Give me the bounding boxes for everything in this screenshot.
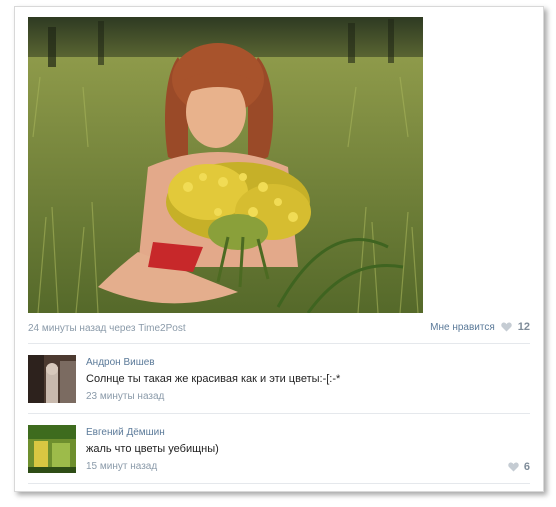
comment-item: Евгений Дёмшин жаль что цветы уебищны) 1… — [28, 425, 530, 485]
heart-icon[interactable] — [501, 322, 512, 332]
divider — [28, 343, 530, 344]
like-count: 12 — [517, 321, 530, 333]
photo-illustration — [28, 17, 423, 313]
comment-author[interactable]: Евгений Дёмшин — [86, 427, 165, 438]
avatar[interactable] — [28, 425, 76, 473]
post-photo[interactable] — [28, 17, 423, 313]
divider — [28, 413, 530, 414]
comment-author[interactable]: Андрон Вишев — [86, 357, 155, 368]
comment-time[interactable]: 15 минут назад — [86, 461, 157, 472]
avatar-image — [28, 355, 76, 403]
comment-item: Андрон Вишев Солнце ты такая же красивая… — [28, 355, 530, 415]
comment-like-control[interactable]: 6 — [508, 461, 530, 473]
avatar-image — [28, 425, 76, 473]
avatar[interactable] — [28, 355, 76, 403]
post-like-control[interactable]: Мне нравится 12 — [430, 321, 530, 333]
comment-time[interactable]: 23 минуты назад — [86, 391, 164, 402]
post-timestamp[interactable]: 24 минуты назад через Time2Post — [28, 323, 186, 334]
like-label[interactable]: Мне нравится — [430, 322, 495, 333]
heart-icon[interactable] — [508, 462, 519, 472]
post-card: 24 минуты назад через Time2Post Мне нрав… — [14, 6, 544, 492]
post-meta-row: 24 минуты назад через Time2Post Мне нрав… — [28, 321, 530, 337]
comment-text: жаль что цветы уебищны) — [86, 443, 219, 455]
comment-like-count: 6 — [523, 461, 530, 473]
comment-text: Солнце ты такая же красивая как и эти цв… — [86, 373, 341, 385]
divider — [28, 483, 530, 484]
